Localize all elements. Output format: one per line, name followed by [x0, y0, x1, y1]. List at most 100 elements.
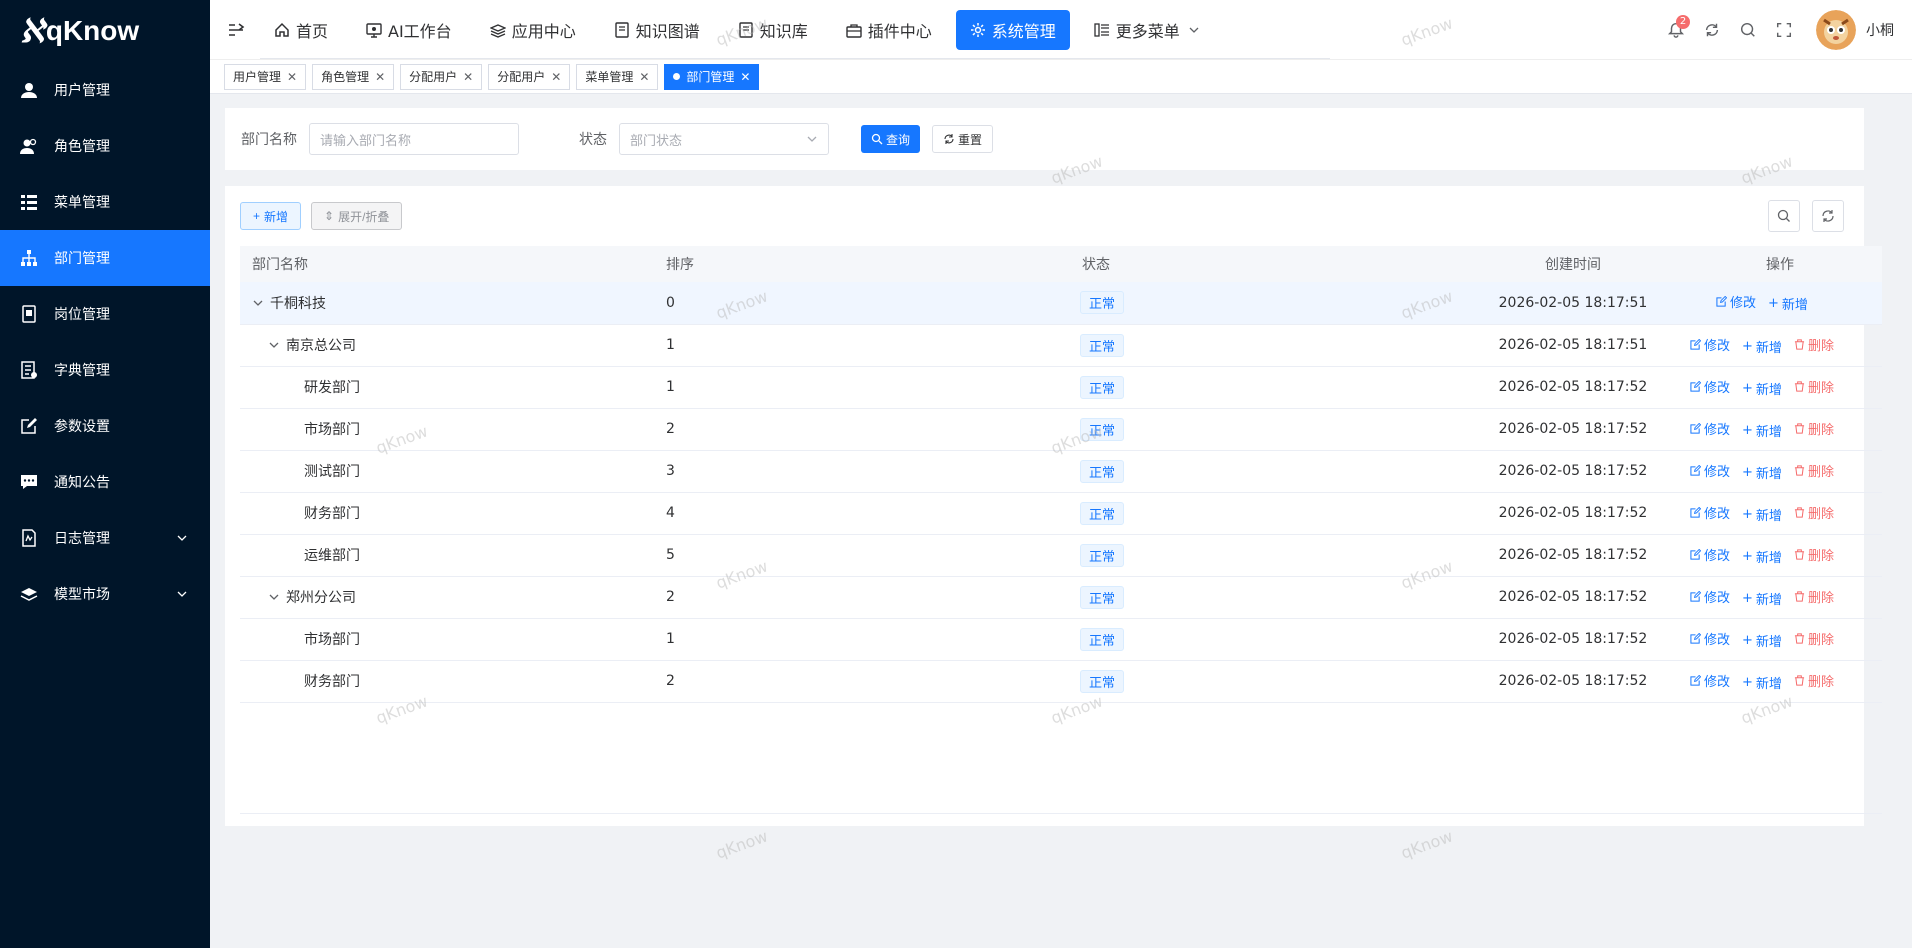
add-child-button[interactable]: + 新增 [1768, 294, 1808, 313]
nav-item-6[interactable]: 系统管理 [955, 10, 1070, 50]
logo[interactable]: ℵ qKnow [0, 0, 210, 62]
delete-button[interactable]: 删除 [1794, 419, 1834, 438]
add-dept-button[interactable]: + 新增 [240, 202, 302, 230]
add-dept-button-label: 新增 [264, 209, 289, 224]
close-icon[interactable]: ✕ [287, 70, 297, 84]
close-icon[interactable]: ✕ [375, 70, 385, 84]
chevron-down-icon[interactable] [268, 339, 280, 351]
add-child-button[interactable]: + 新增 [1742, 589, 1782, 608]
table-row[interactable]: 千桐科技 0 正常 2026-02-05 18:17:51 修改 + 新增 [240, 282, 1882, 324]
edit-button[interactable]: 修改 [1690, 377, 1730, 396]
refresh-table-button[interactable] [1812, 200, 1844, 232]
sidebar-item-3[interactable]: 部门管理 [0, 230, 210, 286]
sidebar-item-0[interactable]: 用户管理 [0, 62, 210, 118]
nav-item-4[interactable]: 知识库 [724, 10, 822, 50]
sidebar-item-5[interactable]: 字典管理 [0, 342, 210, 398]
expand-collapse-button[interactable]: ⇕ 展开/折叠 [311, 202, 403, 230]
trash-icon [1794, 422, 1805, 434]
cell-status: 正常 [1068, 660, 1468, 702]
tab-tag-5[interactable]: 部门管理 ✕ [664, 63, 760, 90]
query-button[interactable]: 查询 [861, 125, 921, 153]
delete-button[interactable]: 删除 [1794, 671, 1834, 690]
edit-button[interactable]: 修改 [1690, 503, 1730, 522]
sidebar-item-8[interactable]: 日志管理 [0, 510, 210, 566]
delete-button[interactable]: 删除 [1794, 335, 1834, 354]
delete-button[interactable]: 删除 [1794, 587, 1834, 606]
delete-button[interactable]: 删除 [1794, 503, 1834, 522]
search-icon [871, 133, 883, 145]
table-row[interactable]: 市场部门 1 正常 2026-02-05 18:17:52 修改 + 新增 删除 [240, 618, 1882, 660]
toggle-search-button[interactable] [1768, 200, 1800, 232]
chevron-down-icon[interactable] [252, 297, 264, 309]
edit-button[interactable]: 修改 [1690, 545, 1730, 564]
table-row[interactable]: 郑州分公司 2 正常 2026-02-05 18:17:52 修改 + 新增 删除 [240, 576, 1882, 618]
edit-button[interactable]: 修改 [1690, 629, 1730, 648]
add-child-button[interactable]: + 新增 [1742, 337, 1782, 356]
cell-name: 财务部门 [240, 660, 654, 702]
table-header-row: 部门名称 排序 状态 创建时间 操作 [240, 246, 1882, 282]
nav-item-7[interactable]: 更多菜单 [1080, 10, 1214, 50]
tab-tag-3[interactable]: 分配用户 ✕ [488, 63, 571, 90]
delete-button[interactable]: 删除 [1794, 461, 1834, 480]
add-child-button[interactable]: + 新增 [1742, 421, 1782, 440]
delete-button[interactable]: 删除 [1794, 377, 1834, 396]
plus-icon: + [1742, 422, 1753, 438]
close-icon[interactable]: ✕ [639, 70, 649, 84]
chevron-down-icon[interactable] [268, 591, 280, 603]
nav-item-2[interactable]: 应用中心 [476, 10, 590, 50]
edit-button[interactable]: 修改 [1690, 671, 1730, 690]
nav-item-3[interactable]: 知识图谱 [600, 10, 714, 50]
edit-button[interactable]: 修改 [1716, 292, 1756, 311]
tab-tag-1[interactable]: 角色管理 ✕ [312, 63, 395, 90]
edit-button[interactable]: 修改 [1690, 419, 1730, 438]
sidebar-item-6[interactable]: 参数设置 [0, 398, 210, 454]
fullscreen-icon[interactable] [1766, 12, 1802, 48]
edit-button[interactable]: 修改 [1690, 587, 1730, 606]
delete-button[interactable]: 删除 [1794, 629, 1834, 648]
edit-button[interactable]: 修改 [1690, 335, 1730, 354]
tab-tag-4[interactable]: 菜单管理 ✕ [576, 63, 659, 90]
avatar[interactable] [1816, 10, 1856, 50]
close-icon[interactable]: ✕ [463, 70, 473, 84]
table-row[interactable]: 测试部门 3 正常 2026-02-05 18:17:52 修改 + 新增 删除 [240, 450, 1882, 492]
status-badge: 正常 [1080, 585, 1125, 609]
sidebar-item-4[interactable]: 岗位管理 [0, 286, 210, 342]
tab-tag-0[interactable]: 用户管理 ✕ [224, 63, 307, 90]
search-icon[interactable] [1730, 12, 1766, 48]
add-child-button[interactable]: + 新增 [1742, 505, 1782, 524]
sidebar-item-1[interactable]: 角色管理 [0, 118, 210, 174]
table-row[interactable]: 市场部门 2 正常 2026-02-05 18:17:52 修改 + 新增 删除 [240, 408, 1882, 450]
sidebar-item-9[interactable]: 模型市场 [0, 566, 210, 622]
close-icon[interactable]: ✕ [740, 70, 750, 84]
add-child-button[interactable]: + 新增 [1742, 631, 1782, 650]
username[interactable]: 小桐 [1866, 20, 1894, 40]
delete-button[interactable]: 删除 [1794, 545, 1834, 564]
tab-tag-2[interactable]: 分配用户 ✕ [400, 63, 483, 90]
sidebar-item-2[interactable]: 菜单管理 [0, 174, 210, 230]
add-child-button[interactable]: + 新增 [1742, 463, 1782, 482]
add-child-button[interactable]: + 新增 [1742, 379, 1782, 398]
nav-item-1[interactable]: AI工作台 [352, 10, 466, 50]
status-select[interactable]: 部门状态 [619, 123, 829, 155]
table-row[interactable]: 南京总公司 1 正常 2026-02-05 18:17:51 修改 + 新增 删除 [240, 324, 1882, 366]
table-toolbar: + 新增 ⇕ 展开/折叠 [240, 202, 403, 230]
table-row[interactable]: 运维部门 5 正常 2026-02-05 18:17:52 修改 + 新增 删除 [240, 534, 1882, 576]
delete-label: 删除 [1807, 590, 1834, 606]
refresh-icon[interactable] [1694, 12, 1730, 48]
table-row[interactable]: 财务部门 2 正常 2026-02-05 18:17:52 修改 + 新增 删除 [240, 660, 1882, 702]
add-child-button[interactable]: + 新增 [1742, 547, 1782, 566]
add-child-button[interactable]: + 新增 [1742, 673, 1782, 692]
sidebar-item-7[interactable]: 通知公告 [0, 454, 210, 510]
add-label: 新增 [1755, 508, 1782, 524]
table-row[interactable]: 研发部门 1 正常 2026-02-05 18:17:52 修改 + 新增 删除 [240, 366, 1882, 408]
collapse-menu-icon[interactable] [226, 20, 246, 40]
bell-icon[interactable]: 2 [1658, 12, 1694, 48]
table-row[interactable]: 财务部门 4 正常 2026-02-05 18:17:52 修改 + 新增 删除 [240, 492, 1882, 534]
reset-button[interactable]: 重置 [932, 125, 994, 153]
nav-item-0[interactable]: 首页 [260, 10, 342, 50]
edit-button[interactable]: 修改 [1690, 461, 1730, 480]
search-icon [1777, 209, 1790, 222]
nav-item-5[interactable]: 插件中心 [832, 10, 946, 50]
close-icon[interactable]: ✕ [551, 70, 561, 84]
dept-name-input[interactable]: 请输入部门名称 [309, 123, 519, 155]
